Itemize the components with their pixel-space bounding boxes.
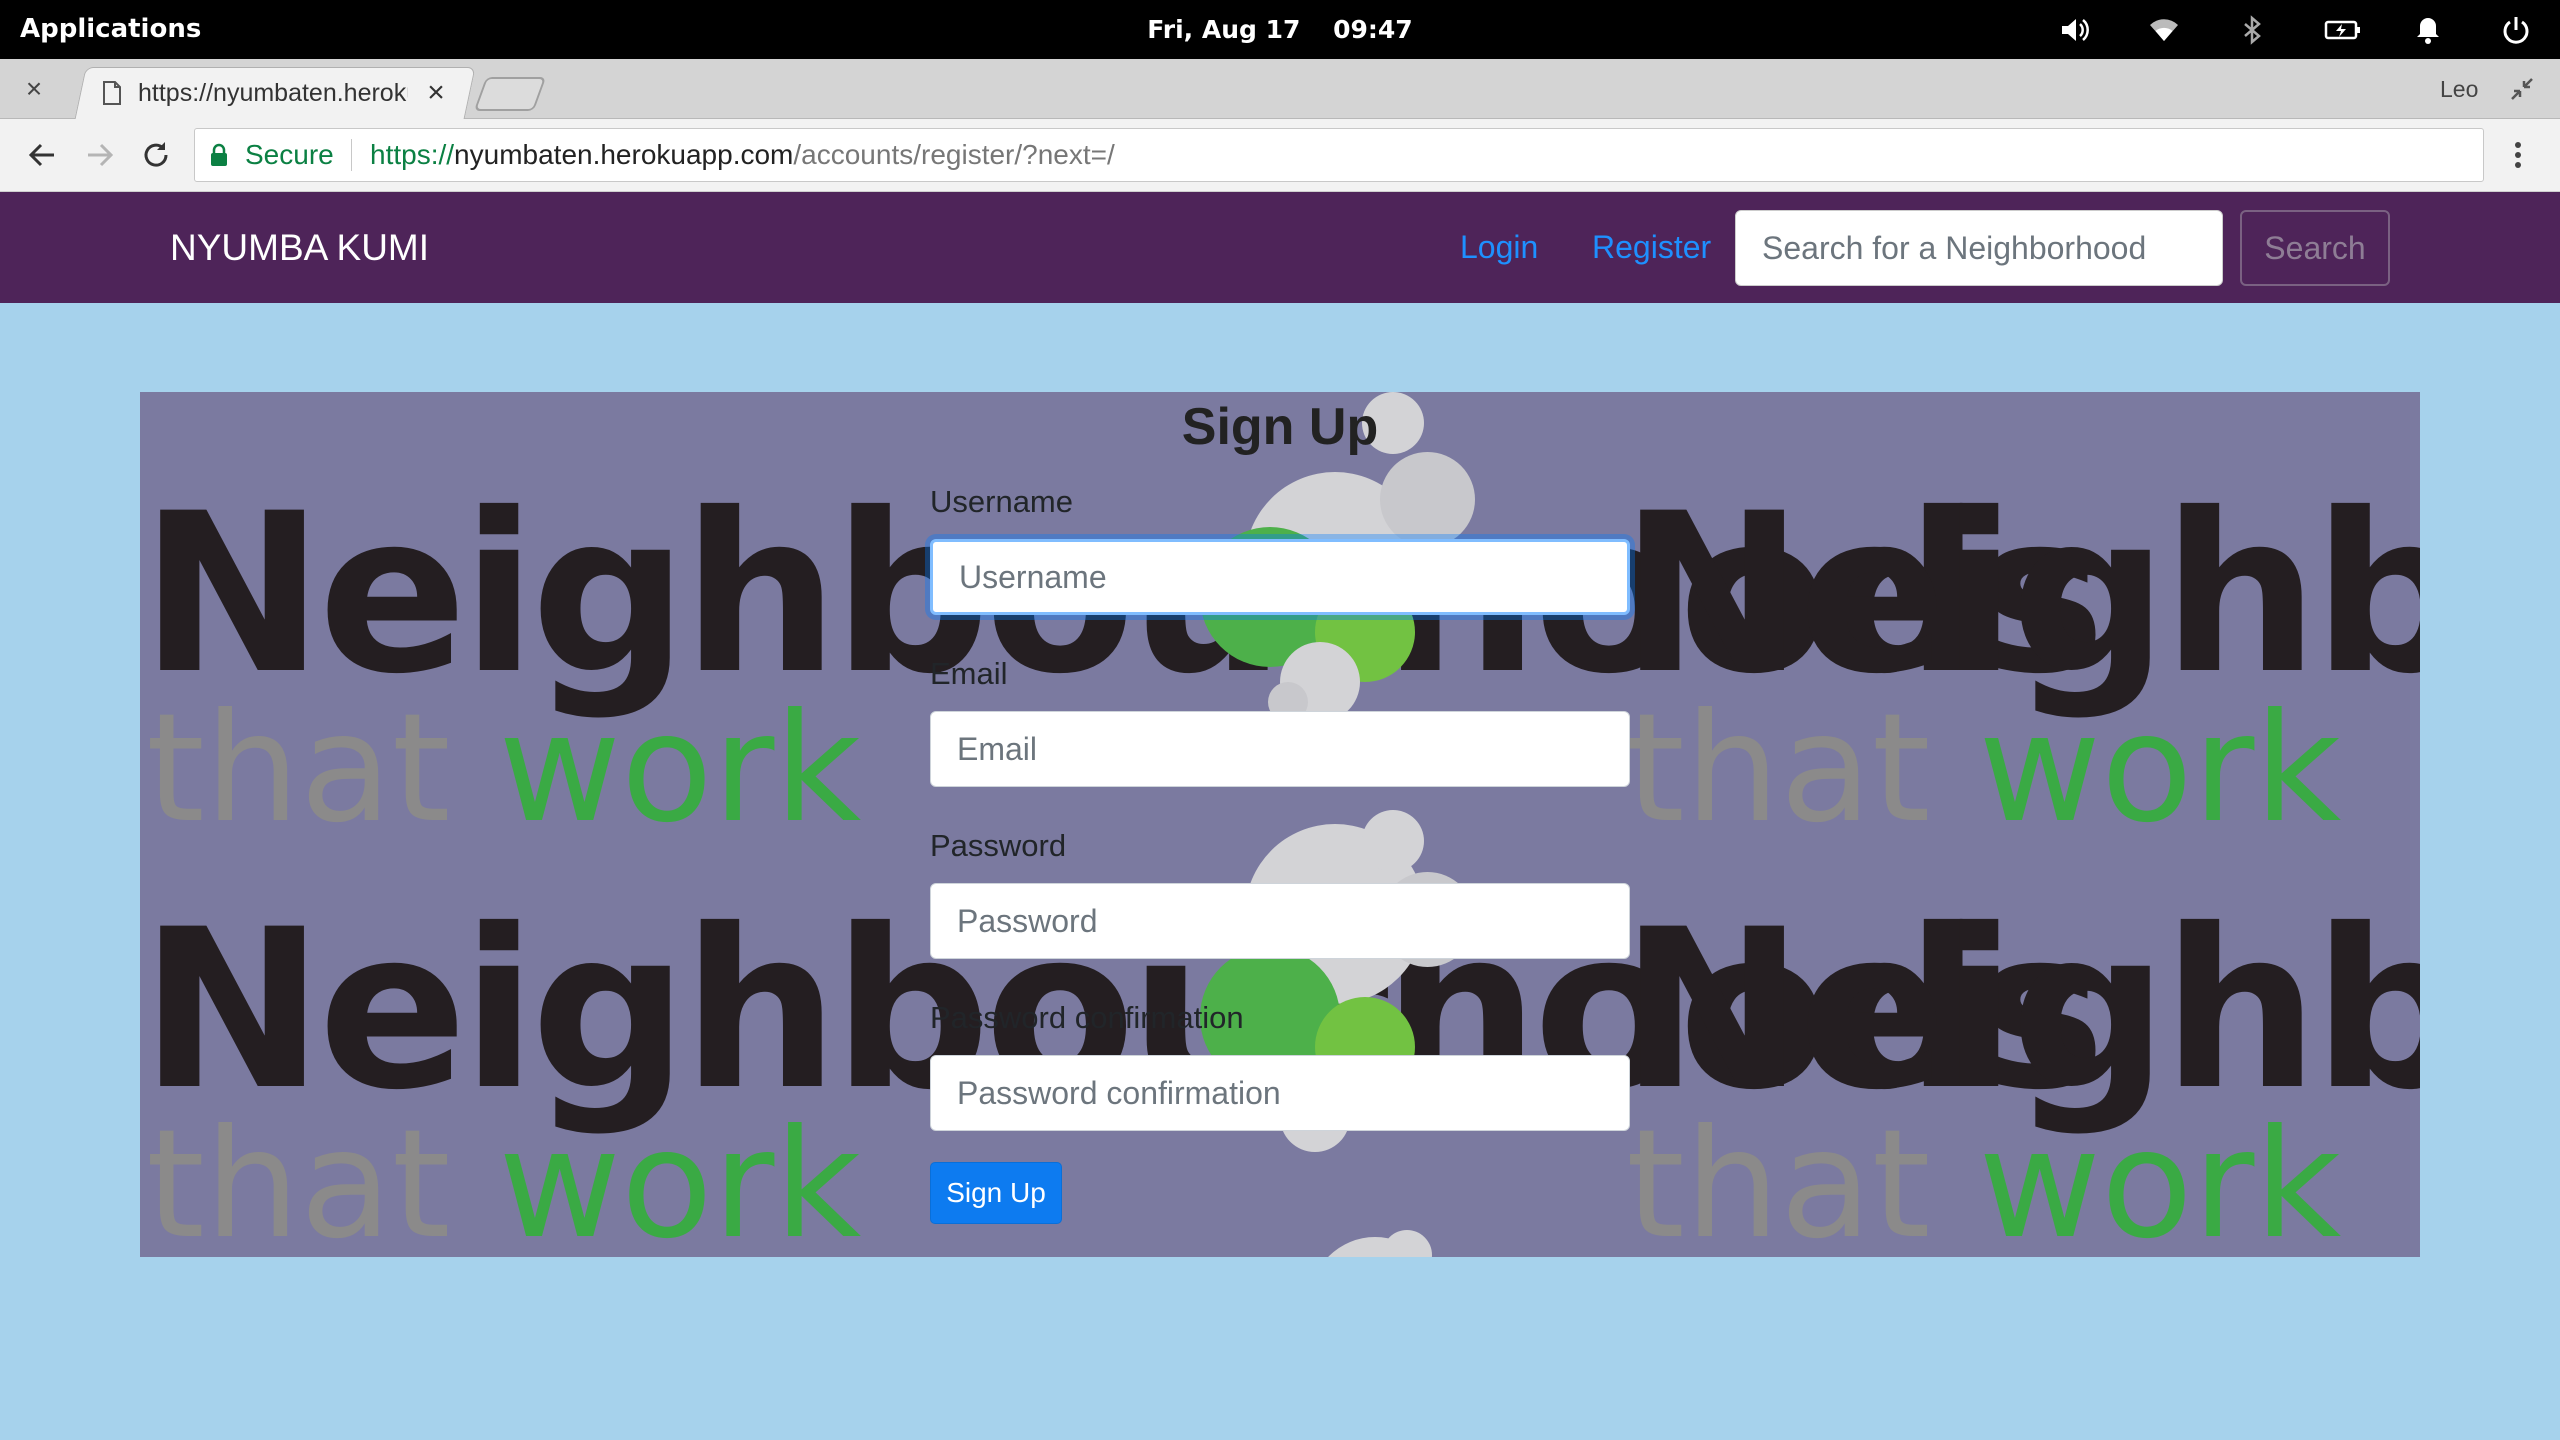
- browser-menu-icon[interactable]: [2500, 137, 2536, 173]
- tab-close-icon[interactable]: ×: [422, 78, 450, 108]
- address-separator: [351, 139, 352, 171]
- active-tab[interactable]: https://nyumbaten.herokuapp.com/accounts…: [92, 67, 462, 119]
- url-text[interactable]: https://nyumbaten.herokuapp.com/accounts…: [370, 129, 1115, 181]
- logo-tagline: that work: [146, 682, 862, 856]
- background-logo: Neighbourhoods that work: [1620, 484, 2420, 904]
- wifi-icon[interactable]: [2148, 14, 2180, 46]
- register-link[interactable]: Register: [1592, 192, 1711, 303]
- email-input[interactable]: [930, 711, 1630, 787]
- password-confirmation-input[interactable]: [930, 1055, 1630, 1131]
- reload-icon[interactable]: [138, 137, 174, 173]
- applications-menu[interactable]: Applications: [20, 0, 201, 59]
- password-input[interactable]: [930, 883, 1630, 959]
- logo-word: Neighbourhoods: [1620, 882, 2420, 1138]
- email-label: Email: [930, 656, 1008, 691]
- address-bar[interactable]: Secure https://nyumbaten.herokuapp.com/a…: [194, 128, 2484, 182]
- sign-up-button[interactable]: Sign Up: [930, 1162, 1062, 1224]
- close-window-icon[interactable]: ×: [20, 75, 48, 103]
- system-top-bar: Applications Fri, Aug 17 09:47: [0, 0, 2560, 59]
- browser-toolbar: Secure https://nyumbaten.herokuapp.com/a…: [0, 119, 2560, 192]
- username-label: Username: [930, 484, 1073, 519]
- decorative-bubble: [1362, 810, 1424, 872]
- site-navbar: NYUMBA KUMI Login Register Search: [0, 192, 2560, 303]
- url-scheme: https://: [370, 139, 455, 170]
- system-date: Fri, Aug 17: [1147, 15, 1301, 44]
- login-link[interactable]: Login: [1460, 192, 1538, 303]
- logo-tagline: that work: [1626, 682, 2342, 856]
- password-confirmation-label: Password confirmation: [930, 1000, 1244, 1035]
- new-tab-button[interactable]: [473, 77, 547, 111]
- url-path: /accounts/register/?next=/: [793, 139, 1115, 170]
- site-brand[interactable]: NYUMBA KUMI: [170, 192, 429, 303]
- lock-icon: [211, 143, 227, 166]
- signup-title: Sign Up: [1181, 398, 1379, 456]
- logo-tagline: that work: [146, 1098, 862, 1257]
- username-input[interactable]: [930, 539, 1630, 615]
- system-clock[interactable]: Fri, Aug 17 09:47: [1100, 0, 1460, 59]
- logo-word: Neighbourhoods: [1620, 466, 2420, 722]
- power-icon[interactable]: [2500, 14, 2532, 46]
- decorative-bubble: [1380, 452, 1475, 547]
- secure-label: Secure: [245, 139, 334, 170]
- forward-arrow-icon[interactable]: [82, 137, 118, 173]
- browser-tab-strip: × https://nyumbaten.herokuapp.com/accoun…: [0, 59, 2560, 120]
- neighborhood-search-input[interactable]: [1735, 210, 2223, 286]
- profile-name[interactable]: Leo: [2440, 59, 2478, 119]
- background-logo: Neighbourhoods that work: [1620, 900, 2420, 1257]
- password-label: Password: [930, 828, 1067, 863]
- bluetooth-icon[interactable]: [2236, 14, 2268, 46]
- battery-icon[interactable]: [2324, 14, 2362, 46]
- logo-tagline: that work: [1626, 1098, 2342, 1257]
- restore-window-icon[interactable]: [2508, 75, 2536, 103]
- tab-title: https://nyumbaten.herokuapp.com/accounts…: [138, 79, 408, 107]
- page-icon: [103, 81, 121, 105]
- signup-panel: Neighbourhoods that work Neighbourhoods …: [140, 392, 2420, 1257]
- url-host: nyumbaten.herokuapp.com: [454, 139, 794, 170]
- volume-icon[interactable]: [2058, 14, 2090, 46]
- back-arrow-icon[interactable]: [24, 137, 60, 173]
- system-time: 09:47: [1333, 15, 1413, 44]
- notifications-bell-icon[interactable]: [2412, 14, 2444, 46]
- search-button[interactable]: Search: [2240, 210, 2390, 286]
